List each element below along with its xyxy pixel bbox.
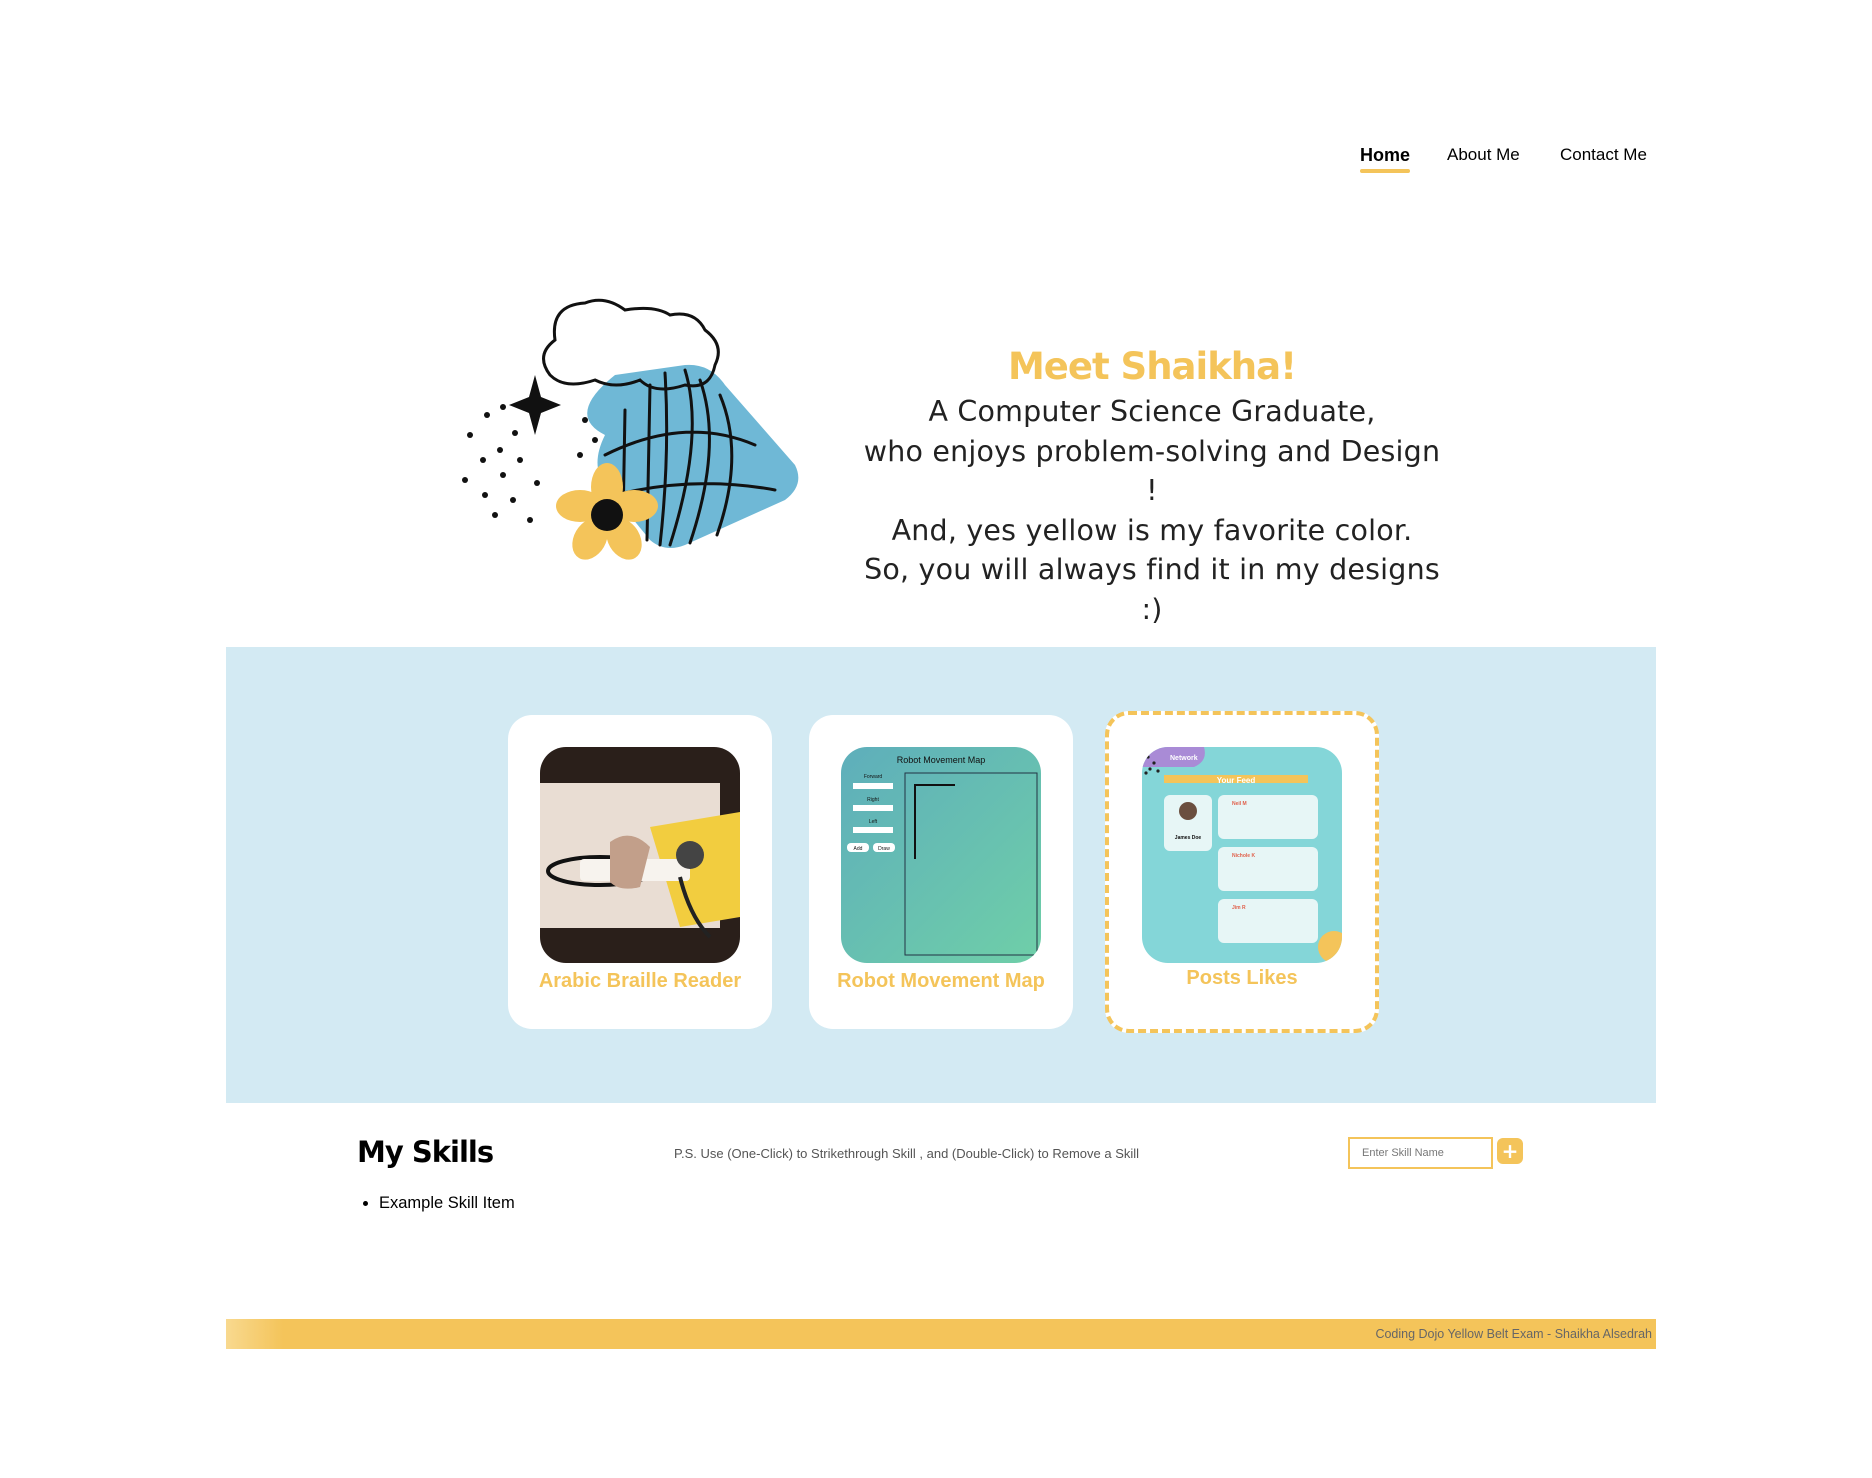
skill-item[interactable]: Example Skill Item	[379, 1194, 515, 1213]
robot-map-button-label: Add	[854, 846, 863, 852]
network-badge-label: Network	[1170, 755, 1198, 762]
hero-illustration	[462, 298, 799, 560]
hero-title: Meet Shaikha!	[1007, 345, 1297, 388]
feed-post-author: Nichole K	[1232, 853, 1255, 859]
feed-post-author: Neil M	[1232, 801, 1247, 807]
project-card-posts[interactable]: Network Your Feed James Doe Neil M Nicho…	[1105, 711, 1379, 1033]
top-nav: Home About Me Contact Me	[0, 145, 1872, 185]
hero-intro: Meet Shaikha! A Computer Science Graduat…	[862, 345, 1442, 629]
project-card-braille[interactable]: Arabic Braille Reader	[508, 715, 772, 1029]
add-skill-button[interactable]: +	[1497, 1138, 1523, 1164]
sparkle-star	[509, 375, 561, 435]
projects-section: Arabic Braille Reader Robot Movement Map…	[226, 647, 1656, 1103]
skills-heading: My Skills	[357, 1135, 494, 1169]
project-title: Robot Movement Map	[837, 970, 1045, 992]
footer-bar: Coding Dojo Yellow Belt Exam - Shaikha A…	[226, 1319, 1656, 1349]
feed-heading: Your Feed	[1217, 776, 1256, 785]
feed-post-author: Jim R	[1232, 905, 1246, 911]
hero-line: who enjoys problem-solving and Design !	[863, 434, 1441, 508]
project-card-robot[interactable]: Robot Movement Map Forward Right Left Ad…	[809, 715, 1073, 1029]
robot-map-field-label: Right	[867, 797, 879, 803]
skills-hint: P.S. Use (One-Click) to Strikethrough Sk…	[674, 1146, 1140, 1161]
project-title: Posts Likes	[1186, 967, 1298, 989]
robot-map-field-label: Forward	[864, 774, 883, 780]
robot-map-screenshot: Robot Movement Map Forward Right Left Ad…	[841, 747, 1041, 963]
posts-feed-screenshot: Network Your Feed James Doe Neil M Nicho…	[1142, 747, 1342, 963]
braille-reader-photo	[540, 747, 740, 963]
robot-map-button-label: Draw	[878, 846, 890, 852]
nav-about-link[interactable]: About Me	[1447, 145, 1520, 165]
project-title: Arabic Braille Reader	[538, 970, 742, 992]
skill-name-input[interactable]	[1348, 1137, 1493, 1169]
nav-contact-link[interactable]: Contact Me	[1560, 145, 1647, 165]
robot-map-heading: Robot Movement Map	[897, 755, 986, 765]
hero-line: A Computer Science Graduate,	[928, 395, 1376, 428]
skills-list: Example Skill Item	[357, 1194, 515, 1213]
footer-credit: Coding Dojo Yellow Belt Exam - Shaikha A…	[1375, 1327, 1652, 1341]
profile-name: James Doe	[1175, 835, 1202, 841]
nav-home-link[interactable]: Home	[1360, 145, 1411, 173]
hero-line: And, yes yellow is my favorite color.	[891, 513, 1413, 547]
hero-line: So, you will always find it in my design…	[864, 553, 1440, 626]
robot-map-field-label: Left	[869, 819, 878, 825]
